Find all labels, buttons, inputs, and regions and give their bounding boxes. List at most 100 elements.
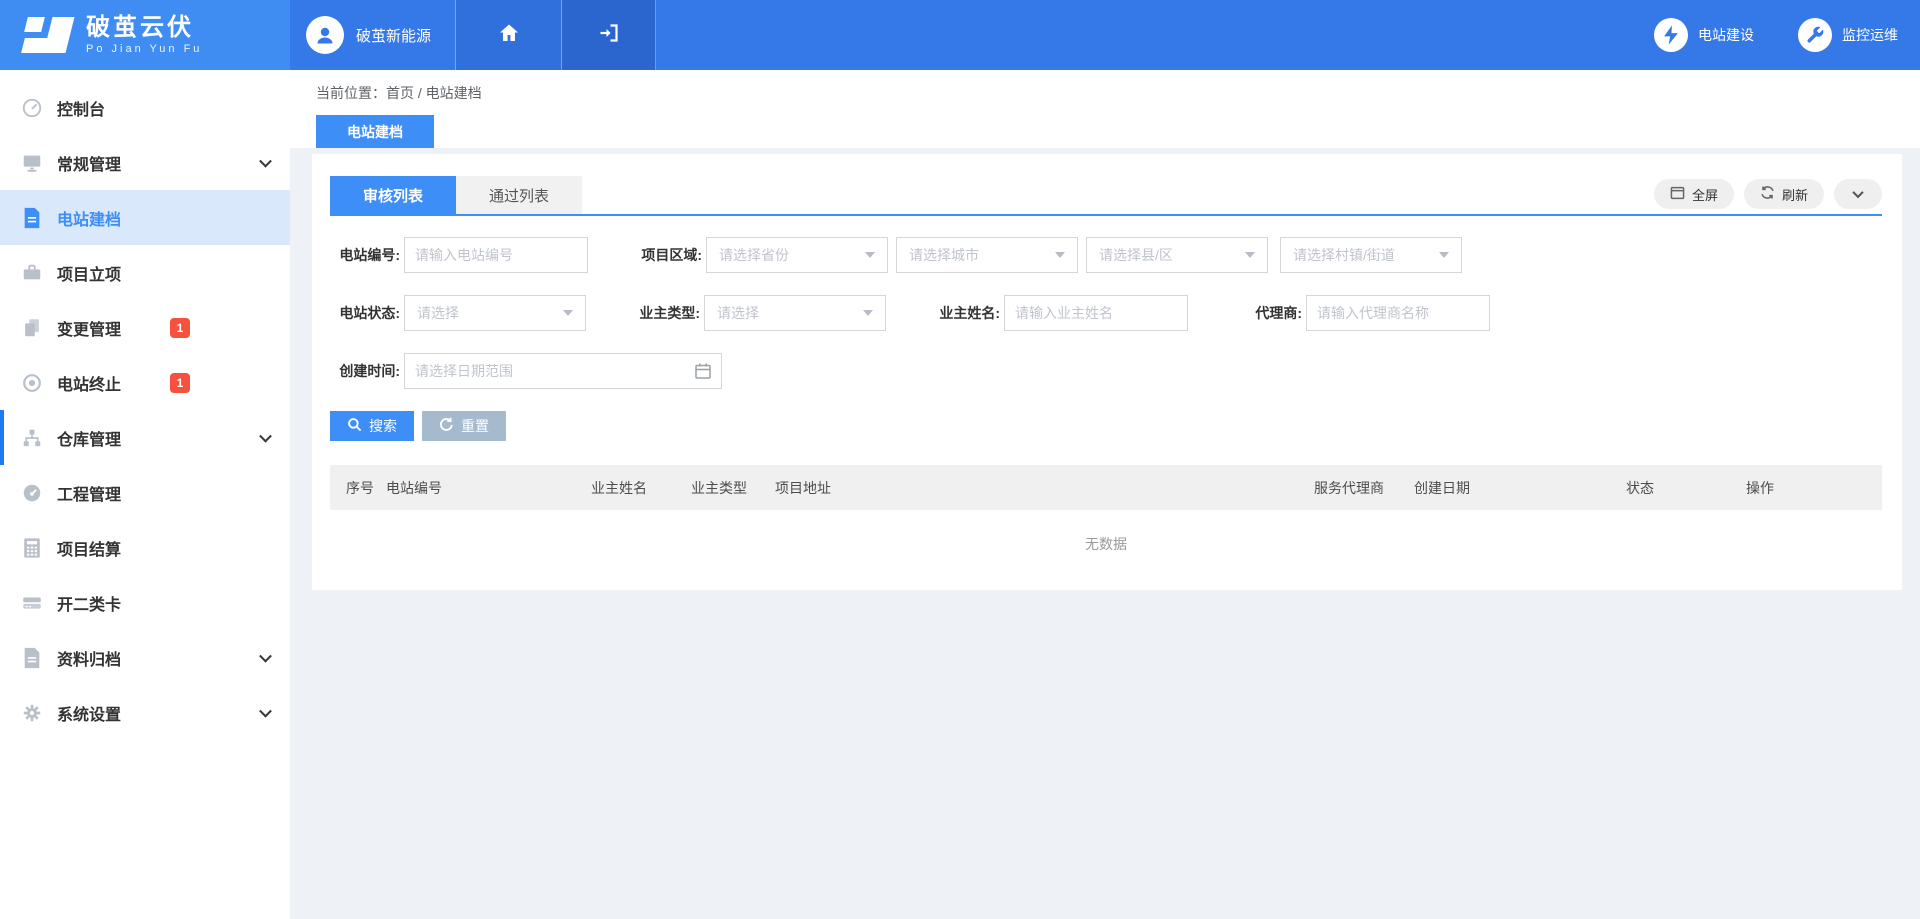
reset-button[interactable]: 重置 [422, 411, 506, 441]
sidebar-item-system-settings[interactable]: 系统设置 [0, 685, 290, 740]
brand-logo-icon [24, 16, 72, 54]
search-button[interactable]: 搜索 [330, 411, 414, 441]
agent-input[interactable] [1306, 295, 1490, 331]
monitor-icon [20, 151, 44, 175]
chevron-down-icon [259, 704, 272, 717]
sitemap-icon [20, 426, 44, 450]
nav-station-build[interactable]: 电站建设 [1654, 18, 1754, 52]
briefcase-icon [20, 261, 44, 285]
city-select[interactable]: 请选择城市 [896, 237, 1078, 273]
station-no-label: 电站编号: [330, 245, 400, 265]
calendar-icon [694, 362, 712, 380]
sidebar-item-general-management[interactable]: 常规管理 [0, 135, 290, 190]
tab-passed-list[interactable]: 通过列表 [456, 176, 582, 214]
sidebar-item-change-management[interactable]: 变更管理 1 [0, 300, 290, 355]
breadcrumb-label: 当前位置： [316, 85, 386, 101]
col-owner-name: 业主姓名 [591, 478, 691, 498]
col-project-address: 项目地址 [775, 478, 1314, 498]
caret-down-icon [863, 310, 873, 316]
dashboard-gauge-icon [20, 96, 44, 120]
station-no-input[interactable] [404, 237, 588, 273]
owner-name-input[interactable] [1004, 295, 1188, 331]
station-status-select[interactable]: 请选择 [404, 295, 586, 331]
empty-state-text: 无数据 [330, 510, 1882, 554]
chevron-down-icon [259, 429, 272, 442]
caret-down-icon [1439, 252, 1449, 258]
province-select[interactable]: 请选择省份 [706, 237, 888, 273]
bank-card-icon [20, 591, 44, 615]
nav-monitor-ops-label: 监控运维 [1842, 25, 1898, 45]
date-range-input[interactable] [404, 353, 722, 389]
sidebar-item-station-termination[interactable]: 电站终止 1 [0, 355, 290, 410]
chevron-down-icon [1852, 187, 1863, 198]
fullscreen-icon [1670, 186, 1685, 203]
sidebar-item-warehouse-management[interactable]: 仓库管理 [0, 410, 290, 465]
caret-down-icon [1055, 252, 1065, 258]
county-select[interactable]: 请选择县/区 [1086, 237, 1268, 273]
brand-subtitle: Po Jian Yun Fu [86, 43, 202, 55]
file-icon [20, 646, 44, 670]
chevron-down-icon [259, 649, 272, 662]
calculator-icon [20, 536, 44, 560]
owner-type-label: 业主类型: [630, 303, 700, 323]
table-header-row: 序号 电站编号 业主姓名 业主类型 项目地址 服务代理商 创建日期 状态 操作 [330, 465, 1882, 510]
col-station-no: 电站编号 [386, 478, 591, 498]
refresh-icon [1760, 185, 1775, 203]
home-icon [497, 21, 521, 50]
sidebar-item-project-initiation[interactable]: 项目立项 [0, 245, 290, 300]
owner-name-label: 业主姓名: [930, 303, 1000, 323]
breadcrumb-path: 首页 / 电站建档 [386, 85, 482, 101]
filled-gauge-icon [20, 481, 44, 505]
sidebar: 控制台 常规管理 电站建档 项目立项 变更管理 1 [0, 70, 290, 919]
results-table: 序号 电站编号 业主姓名 业主类型 项目地址 服务代理商 创建日期 状态 操作 … [330, 465, 1882, 554]
agent-label: 代理商: [1232, 303, 1302, 323]
village-select[interactable]: 请选择村镇/街道 [1280, 237, 1462, 273]
reset-icon [439, 417, 454, 435]
sidebar-item-project-settlement[interactable]: 项目结算 [0, 520, 290, 575]
breadcrumb-bar: 当前位置：首页 / 电站建档 电站建档 [290, 70, 1920, 148]
record-circle-icon [20, 371, 44, 395]
fullscreen-button[interactable]: 全屏 [1654, 179, 1734, 209]
top-bar: 破茧云伏 Po Jian Yun Fu 破茧新能源 [0, 0, 1920, 70]
col-created-date: 创建日期 [1414, 478, 1626, 498]
company-name: 破茧新能源 [356, 25, 431, 46]
page-tab-station-filing[interactable]: 电站建档 [316, 115, 434, 148]
sidebar-item-station-filing[interactable]: 电站建档 [0, 190, 290, 245]
caret-down-icon [563, 310, 573, 316]
caret-down-icon [1245, 252, 1255, 258]
sidebar-item-engineering-management[interactable]: 工程管理 [0, 465, 290, 520]
user-menu[interactable]: 破茧新能源 [290, 0, 456, 70]
wrench-icon [1798, 18, 1832, 52]
tab-review-list[interactable]: 审核列表 [330, 176, 456, 214]
home-button[interactable] [456, 0, 562, 70]
document-icon [20, 206, 44, 230]
brand-title: 破茧云伏 [86, 15, 202, 41]
badge: 1 [170, 318, 190, 338]
col-actions: 操作 [1746, 478, 1866, 498]
col-owner-type: 业主类型 [691, 478, 775, 498]
col-index: 序号 [346, 478, 386, 498]
copy-pages-icon [20, 316, 44, 340]
owner-type-select[interactable]: 请选择 [704, 295, 886, 331]
avatar-icon [306, 16, 344, 54]
breadcrumb: 当前位置：首页 / 电站建档 [316, 83, 1902, 103]
brand-logo: 破茧云伏 Po Jian Yun Fu [0, 0, 290, 70]
sidebar-item-data-archive[interactable]: 资料归档 [0, 630, 290, 685]
collapse-toolbar-button[interactable] [1834, 179, 1882, 209]
sidebar-item-console[interactable]: 控制台 [0, 80, 290, 135]
sidebar-active-indicator [0, 410, 4, 465]
logout-button[interactable] [562, 0, 656, 70]
sign-in-arrow-icon [597, 21, 621, 50]
caret-down-icon [865, 252, 875, 258]
col-status: 状态 [1626, 478, 1746, 498]
station-status-label: 电站状态: [330, 303, 400, 323]
lightning-icon [1654, 18, 1688, 52]
badge: 1 [170, 373, 190, 393]
sidebar-item-type2-card[interactable]: 开二类卡 [0, 575, 290, 630]
filter-form: 电站编号: 项目区域: 请选择省份 请选择城市 请选择县/区 请选择村镇/街道 [330, 216, 1882, 441]
nav-station-build-label: 电站建设 [1698, 25, 1754, 45]
nav-monitor-ops[interactable]: 监控运维 [1798, 18, 1898, 52]
refresh-button[interactable]: 刷新 [1744, 179, 1824, 209]
search-icon [347, 417, 362, 435]
chevron-down-icon [259, 154, 272, 167]
